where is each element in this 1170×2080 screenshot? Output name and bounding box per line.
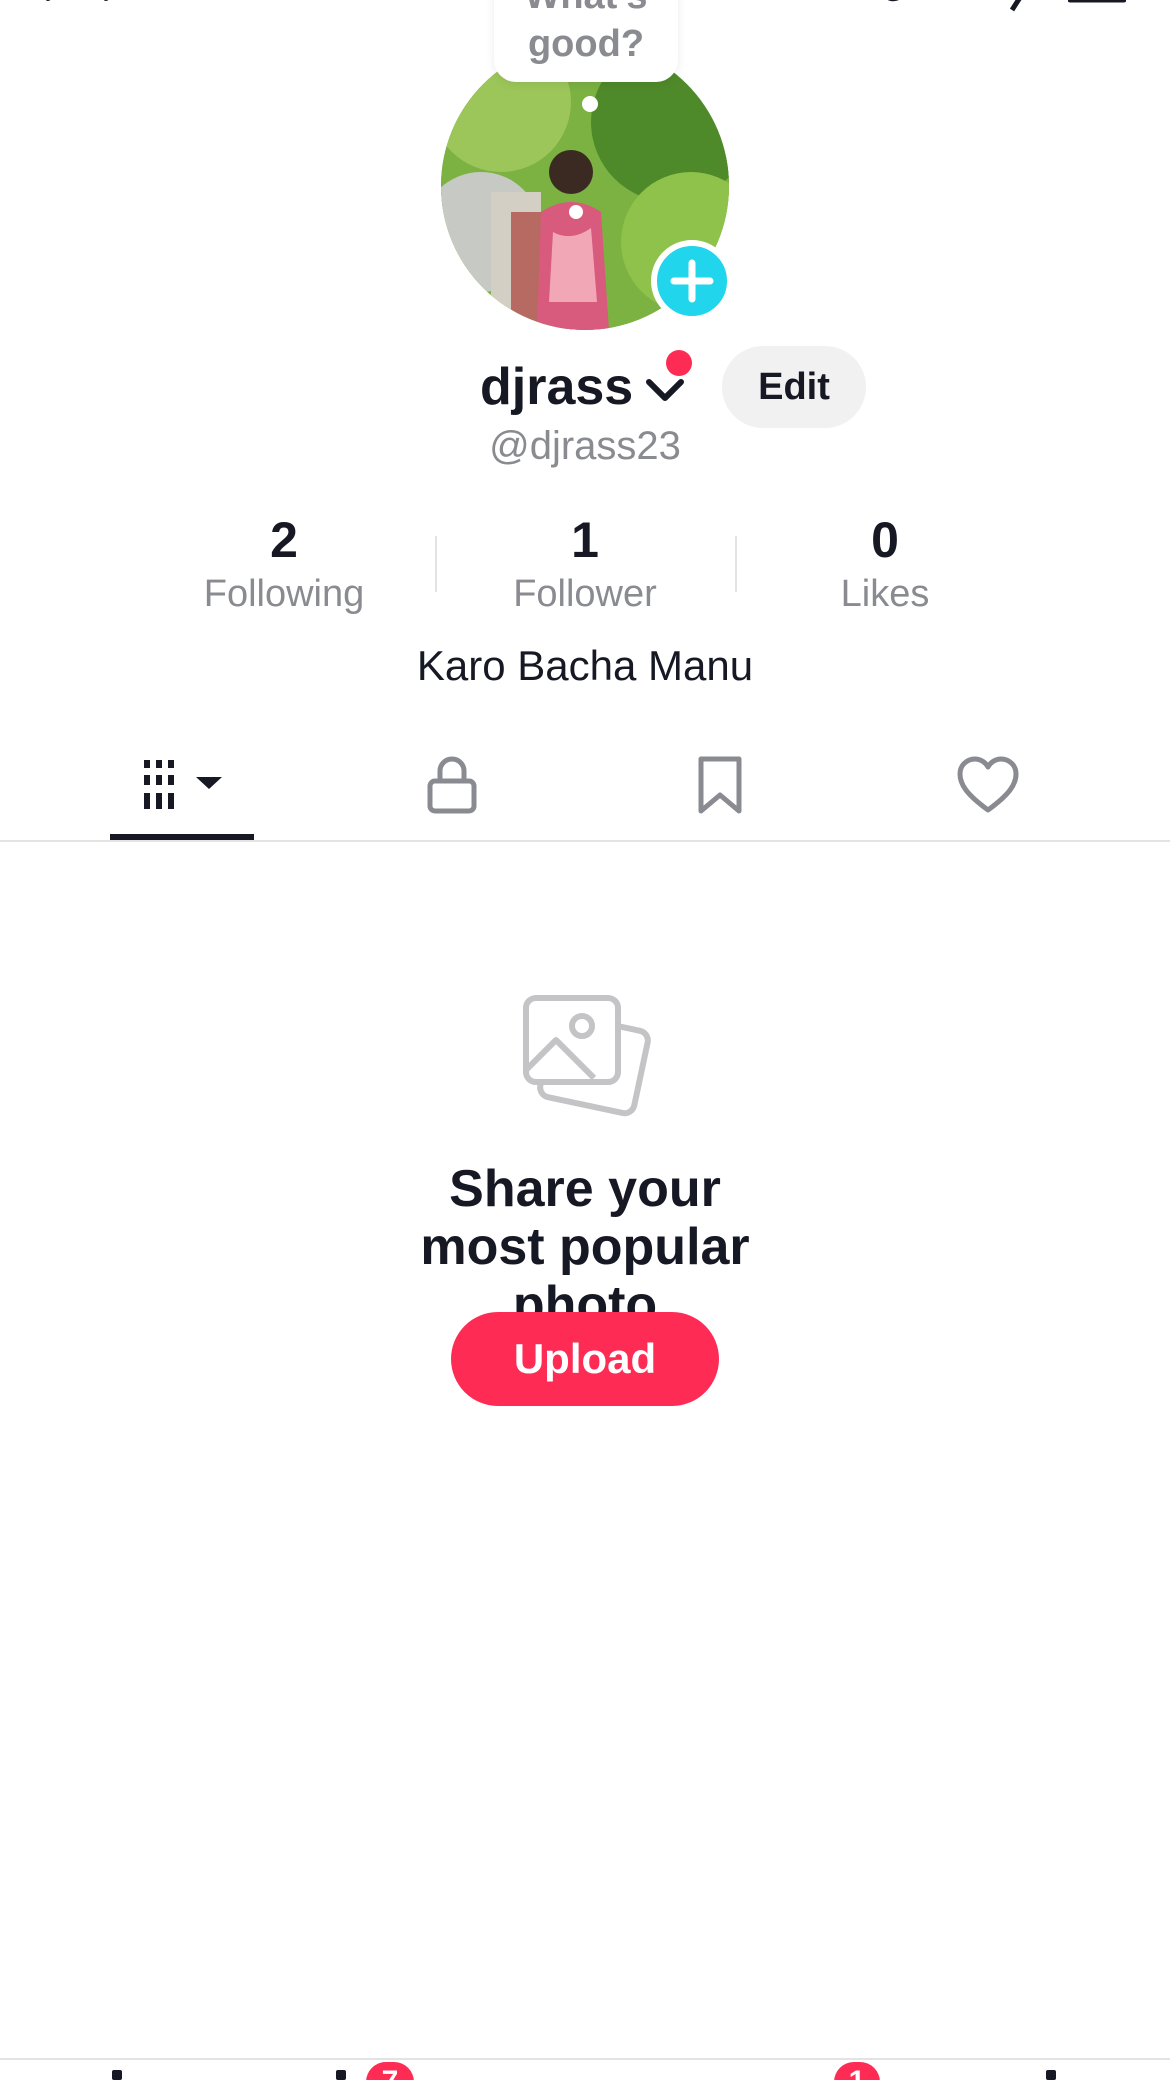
bottom-navigation <box>0 2058 1170 2080</box>
profile-stats: 2 Following 1 Follower 0 Likes <box>0 510 1170 620</box>
following-label: Following <box>203 573 365 615</box>
tab-saved[interactable] <box>648 730 792 840</box>
username-switcher[interactable]: djrass <box>480 352 685 422</box>
active-tab-indicator <box>110 834 254 840</box>
plus-icon <box>670 259 714 303</box>
note-bubble[interactable]: What's good? <box>494 0 678 82</box>
share-icon[interactable] <box>972 0 1032 12</box>
add-friends-icon[interactable] <box>44 0 124 8</box>
profile-icon[interactable] <box>1046 2070 1056 2080</box>
stat-divider <box>735 536 737 592</box>
upload-button[interactable]: Upload <box>451 1312 719 1406</box>
stat-divider <box>435 536 437 592</box>
username: djrass <box>480 358 634 416</box>
friends-icon[interactable] <box>336 2070 346 2080</box>
note-bubble-tail <box>582 96 598 112</box>
profile-bio: Karo Bacha Manu <box>416 642 754 689</box>
profile-tabs <box>0 730 1170 842</box>
empty-state-title: Share your most popular photo <box>420 1160 750 1334</box>
chevron-down-icon <box>646 379 685 401</box>
lock-icon <box>427 756 477 814</box>
follower-label: Follower <box>513 573 657 615</box>
following-stat[interactable]: 2 Following <box>164 510 404 618</box>
likes-stat[interactable]: 0 Likes <box>765 510 1005 618</box>
bookmark-icon <box>698 756 742 814</box>
likes-count: 0 <box>871 512 899 568</box>
videos-grid-icon <box>144 760 222 809</box>
follower-count: 1 <box>571 512 599 568</box>
tab-private[interactable] <box>380 730 524 840</box>
user-handle: @djrass23 <box>489 424 681 468</box>
tab-liked[interactable] <box>916 730 1060 840</box>
account-notification-dot <box>666 350 692 376</box>
following-count: 2 <box>270 512 298 568</box>
follower-stat[interactable]: 1 Follower <box>465 510 705 618</box>
menu-icon[interactable] <box>1068 0 1126 12</box>
activity-icon[interactable] <box>876 0 936 12</box>
home-icon[interactable] <box>112 2070 122 2080</box>
edit-profile-button[interactable]: Edit <box>722 346 866 428</box>
add-story-button[interactable] <box>651 240 733 322</box>
note-bubble-text: What's good? <box>524 0 647 65</box>
heart-icon <box>957 756 1019 813</box>
tab-videos[interactable] <box>110 730 254 840</box>
photos-icon <box>523 995 651 1117</box>
likes-label: Likes <box>840 573 930 615</box>
